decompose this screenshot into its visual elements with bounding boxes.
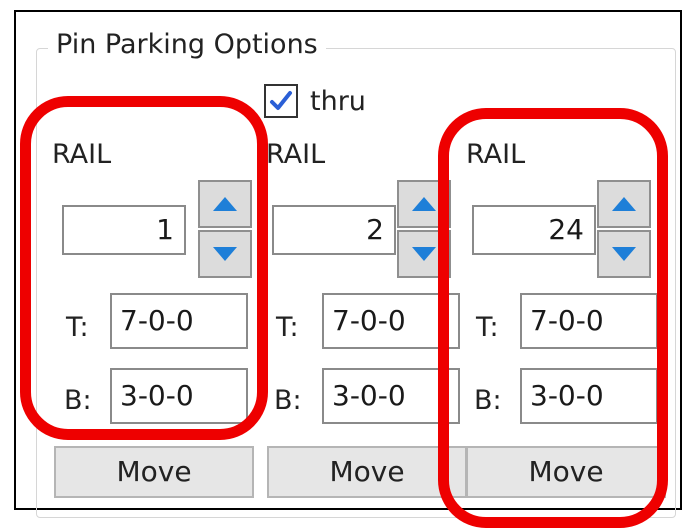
top-input[interactable]: 7-0-0 xyxy=(322,293,460,349)
arrow-up-icon xyxy=(612,197,636,211)
spin-up-button[interactable] xyxy=(597,180,651,228)
bottom-label: B: xyxy=(474,385,502,416)
thru-checkbox[interactable] xyxy=(264,84,298,118)
group-title: Pin Parking Options xyxy=(48,28,326,62)
bottom-input[interactable]: 3-0-0 xyxy=(520,368,658,424)
move-button[interactable]: Move xyxy=(54,446,254,498)
top-label: T: xyxy=(66,312,89,343)
top-input[interactable]: 7-0-0 xyxy=(110,293,248,349)
spin-down-button[interactable] xyxy=(198,230,252,278)
rail-label: RAIL xyxy=(266,139,326,170)
top-input[interactable]: 7-0-0 xyxy=(520,293,658,349)
spin-up-button[interactable] xyxy=(397,180,451,228)
thru-option[interactable]: thru xyxy=(264,83,366,119)
arrow-up-icon xyxy=(213,197,237,211)
rail-number-input[interactable]: 24 xyxy=(472,205,596,255)
top-label: T: xyxy=(276,312,299,343)
bottom-input[interactable]: 3-0-0 xyxy=(322,368,460,424)
top-label: T: xyxy=(476,312,499,343)
spin-up-button[interactable] xyxy=(198,180,252,228)
move-button[interactable]: Move xyxy=(466,446,666,498)
thru-label: thru xyxy=(310,85,366,117)
bottom-label: B: xyxy=(274,385,302,416)
arrow-down-icon xyxy=(412,247,436,261)
rail-number-input[interactable]: 1 xyxy=(62,205,186,255)
arrow-down-icon xyxy=(612,247,636,261)
spin-down-button[interactable] xyxy=(397,230,451,278)
arrow-down-icon xyxy=(213,247,237,261)
bottom-input[interactable]: 3-0-0 xyxy=(110,368,248,424)
rail-number-input[interactable]: 2 xyxy=(272,205,396,255)
spin-down-button[interactable] xyxy=(597,230,651,278)
bottom-label: B: xyxy=(64,385,92,416)
rail-label: RAIL xyxy=(52,139,112,170)
arrow-up-icon xyxy=(412,197,436,211)
move-button[interactable]: Move xyxy=(267,446,467,498)
checkmark-icon xyxy=(270,91,292,110)
rail-label: RAIL xyxy=(466,139,526,170)
